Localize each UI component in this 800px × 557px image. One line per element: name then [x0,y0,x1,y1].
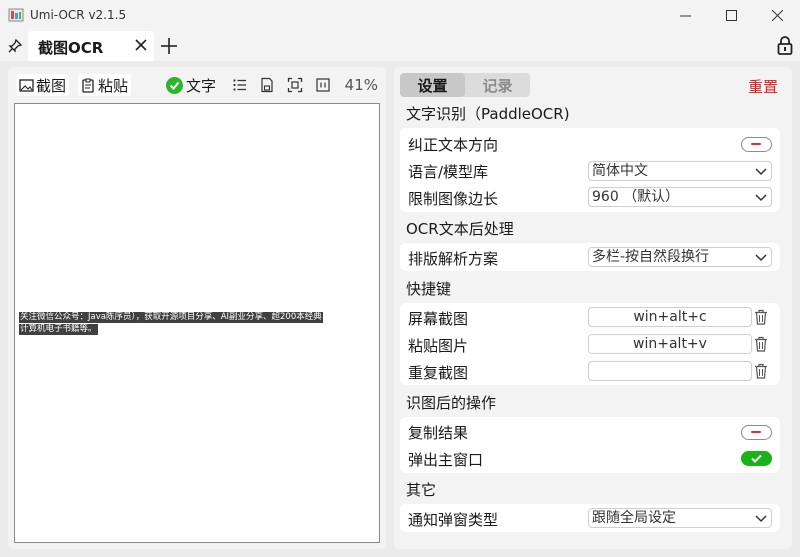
language-value: 简体中文 [592,163,648,179]
pin-button[interactable] [5,36,25,56]
chevron-down-icon [755,168,767,176]
close-window-button[interactable] [754,0,800,31]
paste-hotkey-label: 粘贴图片 [408,337,469,355]
popup-window-label: 弹出主窗口 [408,451,484,469]
correct-direction-toggle[interactable] [741,137,772,152]
other-settings-card: 通知弹窗类型 跟随全局设定 [400,504,780,532]
tab-label: 截图OCR [38,39,104,57]
reset-button[interactable]: 重置 [748,76,778,97]
layout-select[interactable]: 多栏-按自然段换行 [588,247,772,267]
clipboard-icon [82,78,94,93]
checkmark-icon [750,454,762,463]
section-ocr-title: 文字识别（PaddleOCR) [406,105,570,123]
limit-size-value: 960 （默认） [592,189,680,205]
correct-direction-label: 纠正文本方向 [408,136,499,154]
after-ocr-card: 复制结果 弹出主窗口 [400,417,780,473]
image-panel: 截图 粘贴 文字 41% 关注微信公众号：Java陈序员），获取开源项目分享、A… [8,67,386,549]
limit-size-label: 限制图像边长 [408,190,499,208]
window-title: Umi-OCR v2.1.5 [30,8,127,22]
screenshot-hotkey-label: 屏幕截图 [408,310,469,328]
layout-value: 多栏-按自然段换行 [592,249,710,265]
tab-screenshot-ocr[interactable]: 截图OCR [28,31,154,61]
close-icon [771,10,783,21]
image-preview[interactable]: 关注微信公众号：Java陈序员），获取开源项目分享、AI副业分享、超200本经典… [14,103,380,543]
settings-panel: 设置 记录 重置 文字识别（PaddleOCR) 纠正文本方向 语言/模型库 简… [394,67,792,549]
popup-window-toggle[interactable] [741,451,772,466]
chevron-down-icon [755,515,767,523]
panel-tabs: 设置 记录 [400,73,530,97]
chevron-down-icon [755,194,767,202]
notify-type-value: 跟随全局设定 [592,510,676,526]
actual-size-icon[interactable] [315,77,331,93]
language-label: 语言/模型库 [408,163,489,181]
screenshot-label: 截图 [36,76,67,95]
paste-hotkey-field[interactable]: win+alt+v [588,334,752,354]
maximize-icon [725,10,737,21]
list-icon[interactable] [232,77,248,93]
section-post-title: OCR文本后处理 [406,220,514,238]
tab-records[interactable]: 记录 [465,73,530,97]
save-icon[interactable] [259,77,275,93]
image-icon [19,78,34,92]
pin-icon [8,38,23,53]
maximize-button[interactable] [708,0,754,31]
title-bar: Umi-OCR v2.1.5 [0,0,800,31]
zoom-level: 41% [344,76,378,94]
section-other-title: 其它 [406,481,437,499]
trash-icon[interactable] [754,363,768,379]
trash-icon[interactable] [754,336,768,352]
notify-type-select[interactable]: 跟随全局设定 [588,508,772,528]
section-hotkey-title: 快捷键 [406,280,452,298]
trash-icon[interactable] [754,309,768,325]
section-after-title: 识图后的操作 [406,394,497,412]
image-toolbar: 截图 粘贴 文字 41% [8,67,386,101]
screenshot-hotkey-field[interactable]: win+alt+c [588,307,752,327]
text-toggle-label: 文字 [186,77,217,95]
language-select[interactable]: 简体中文 [588,161,772,181]
notify-type-label: 通知弹窗类型 [408,511,499,529]
repeat-hotkey-field[interactable] [588,361,752,381]
paste-button[interactable]: 粘贴 [78,74,132,96]
tab-close-icon[interactable] [134,38,148,52]
lock-icon[interactable] [776,36,794,56]
minimize-icon [679,15,691,17]
chevron-down-icon [755,254,767,262]
post-settings-card: 排版解析方案 多栏-按自然段换行 [400,243,780,271]
check-circle-icon [166,77,183,94]
hotkey-card: 屏幕截图 win+alt+c 粘贴图片 win+alt+v 重复截图 [400,303,780,385]
add-tab-icon[interactable] [160,37,178,55]
ocr-text-line[interactable]: 关注微信公众号：Java陈序员），获取开源项目分享、AI副业分享、超200本经典 [19,312,323,323]
tab-bar: 截图OCR [0,31,800,61]
ocr-settings-card: 纠正文本方向 语言/模型库 简体中文 限制图像边长 960 （默认） [400,128,780,212]
tab-settings[interactable]: 设置 [400,73,465,97]
minimize-button[interactable] [662,0,708,31]
repeat-hotkey-label: 重复截图 [408,364,469,382]
layout-label: 排版解析方案 [408,250,499,268]
text-toggle[interactable]: 文字 [166,75,216,96]
copy-result-label: 复制结果 [408,424,469,442]
limit-size-select[interactable]: 960 （默认） [588,187,772,207]
screenshot-button[interactable]: 截图 [16,74,70,96]
fit-screen-icon[interactable] [287,77,303,93]
main-area: 截图 粘贴 文字 41% 关注微信公众号：Java陈序员），获取开源项目分享、A… [0,61,800,557]
ocr-text-line[interactable]: 计算机电子书籍等。 [19,324,98,335]
app-logo-icon [8,8,24,22]
copy-result-toggle[interactable] [741,425,772,440]
paste-label: 粘贴 [98,76,129,95]
